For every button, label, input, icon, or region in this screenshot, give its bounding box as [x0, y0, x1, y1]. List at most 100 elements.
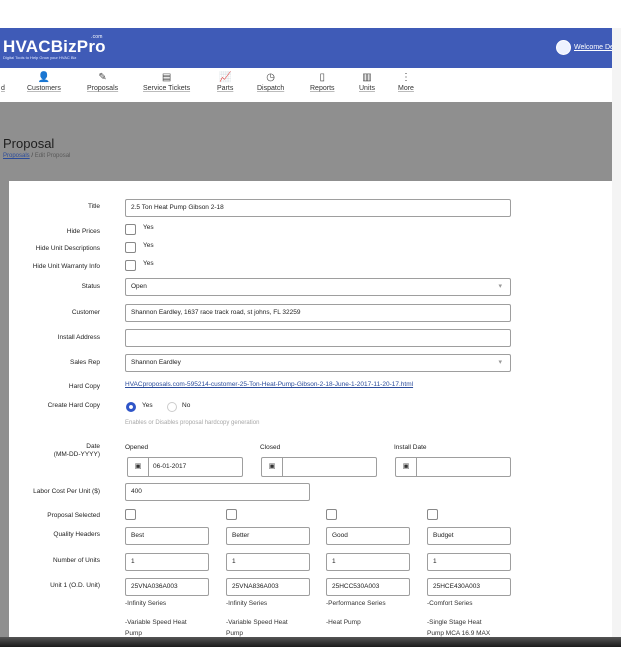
nav-label: More [398, 85, 414, 92]
hide-warranty-option: Yes [143, 260, 154, 267]
proposal-selected-checkbox-good[interactable] [326, 509, 337, 520]
unit1-model-input-3[interactable]: 25HCC530A003 [326, 578, 410, 596]
customers-icon: 👤 [37, 72, 51, 83]
nav-item-reports[interactable]: ▯ Reports [310, 72, 335, 92]
unit1-desc2-4: Pump MCA 16.9 MAX [427, 630, 491, 637]
hide-unit-desc-checkbox[interactable] [125, 242, 136, 253]
quality-header-input-2[interactable]: Better [226, 527, 310, 545]
nav-item-more[interactable]: ⋮ More [398, 72, 414, 92]
proposals-icon: ✎ [98, 72, 107, 83]
calendar-icon: ▣ [128, 458, 149, 476]
nav-item-parts[interactable]: 📈 Parts [217, 72, 233, 92]
nav-label: Parts [217, 85, 234, 92]
number-of-units-input-3[interactable]: 1 [326, 553, 410, 571]
create-hard-copy-yes-radio[interactable] [126, 402, 136, 412]
avatar-icon [556, 40, 571, 55]
nav-label: Reports [310, 85, 335, 92]
install-address-label: Install Address [57, 334, 100, 341]
unit1-desc2-2: Pump [226, 630, 243, 637]
number-of-units-label: Number of Units [53, 557, 100, 564]
hide-warranty-checkbox[interactable] [125, 260, 136, 271]
install-date-field[interactable]: ▣ [395, 457, 511, 477]
unit1-model-input-1[interactable]: 25VNA036A003 [125, 578, 209, 596]
create-hard-copy-hint: Enables or Disables proposal hardcopy ge… [125, 420, 260, 426]
units-icon: ▥ [362, 72, 372, 83]
closed-date-field[interactable]: ▣ [261, 457, 377, 477]
dispatch-icon: ◷ [266, 72, 275, 83]
sales-rep-select[interactable]: Shannon Eardley [125, 354, 511, 372]
create-hard-copy-no-label: No [182, 402, 191, 409]
hide-warranty-label: Hide Unit Warranty Info [32, 263, 100, 270]
proposal-selected-checkbox-better[interactable] [226, 509, 237, 520]
hide-unit-desc-label: Hide Unit Descriptions [35, 245, 100, 252]
unit1-model-input-4[interactable]: 25HCE430A003 [427, 578, 511, 596]
proposal-selected-checkbox-budget[interactable] [427, 509, 438, 520]
unit1-series-3: -Performance Series [326, 600, 386, 607]
number-of-units-input-2[interactable]: 1 [226, 553, 310, 571]
unit1-desc1-3: -Heat Pump [326, 619, 361, 626]
opened-date-value: 06-01-2017 [153, 463, 187, 470]
hard-copy-link[interactable]: HVACproposals.com-595214-customer-25-Ton… [125, 381, 413, 388]
nav-item-dispatch[interactable]: ◷ Dispatch [257, 72, 284, 92]
closed-label: Closed [260, 444, 281, 451]
labor-cost-label: Labor Cost Per Unit ($) [33, 488, 100, 495]
nav-item-proposals[interactable]: ✎ Proposals [87, 72, 118, 92]
create-hard-copy-yes-label: Yes [142, 402, 153, 409]
nav-item-dashboard[interactable]: d [1, 72, 5, 92]
number-of-units-input-4[interactable]: 1 [427, 553, 511, 571]
unit1-series-4: -Comfort Series [427, 600, 473, 607]
unit1-label: Unit 1 (O.D. Unit) [50, 582, 100, 589]
date-format-label: (MM-DD-YYYY) [53, 451, 100, 458]
nav-label: Proposals [87, 85, 119, 92]
hide-prices-checkbox[interactable] [125, 224, 136, 235]
calendar-icon: ▣ [262, 458, 283, 476]
status-label: Status [81, 283, 100, 290]
nav-item-service-tickets[interactable]: ▤ Service Tickets [143, 72, 190, 92]
customer-input[interactable]: Shannon Eardley, 1637 race track road, s… [125, 304, 511, 322]
breadcrumb-separator: / [31, 153, 34, 159]
proposal-selected-label: Proposal Selected [47, 512, 100, 519]
labor-cost-input[interactable]: 400 [125, 483, 310, 501]
hard-copy-label: Hard Copy [68, 383, 100, 390]
nav-label: Units [359, 85, 375, 92]
title-input[interactable]: 2.5 Ton Heat Pump Gibson 2-18 [125, 199, 511, 217]
unit1-desc1-4: -Single Stage Heat [427, 619, 482, 626]
nav-item-customers[interactable]: 👤 Customers [27, 72, 61, 92]
unit1-series-2: -Infinity Series [226, 600, 268, 607]
nav-label: Dispatch [257, 85, 285, 92]
number-of-units-input-1[interactable]: 1 [125, 553, 209, 571]
parts-icon: 📈 [218, 72, 232, 83]
quality-header-input-4[interactable]: Budget [427, 527, 511, 545]
title-label: Title [87, 203, 100, 210]
quality-header-input-1[interactable]: Best [125, 527, 209, 545]
quality-header-input-3[interactable]: Good [326, 527, 410, 545]
scrollbar-track[interactable] [612, 28, 621, 647]
brand-logo[interactable]: HVACBizPro .com [3, 34, 106, 57]
date-label: Date [86, 443, 100, 450]
install-address-input[interactable] [125, 329, 511, 347]
service-tickets-icon: ▤ [161, 72, 172, 83]
opened-label: Opened [125, 444, 149, 451]
nav-item-units[interactable]: ▥ Units [359, 72, 375, 92]
unit1-series-1: -Infinity Series [125, 600, 167, 607]
reports-icon: ▯ [319, 72, 326, 83]
nav-label: d [1, 85, 5, 92]
brand-tagline: Digital Tools to Help Grow your HVAC Biz [3, 55, 77, 60]
breadcrumb-current: Edit Proposal [34, 153, 71, 159]
status-select[interactable]: Open [125, 278, 511, 296]
unit1-desc1-2: -Variable Speed Heat [226, 619, 288, 626]
user-menu[interactable]: Welcome De [556, 40, 614, 55]
opened-date-field[interactable]: ▣ 06-01-2017 [127, 457, 243, 477]
unit1-model-input-2[interactable]: 25VNA836A003 [226, 578, 310, 596]
nav-label: Customers [27, 85, 61, 92]
proposal-selected-checkbox-best[interactable] [125, 509, 136, 520]
sales-rep-label: Sales Rep [70, 359, 100, 366]
breadcrumb-proposals-link[interactable]: Proposals [3, 153, 30, 159]
create-hard-copy-no-radio[interactable] [167, 402, 177, 412]
welcome-text: Welcome De [574, 44, 614, 51]
more-icon: ⋮ [400, 72, 411, 83]
quality-headers-label: Quality Headers [53, 531, 100, 538]
unit1-desc1-1: -Variable Speed Heat [125, 619, 187, 626]
proposal-form-card: Title 2.5 Ton Heat Pump Gibson 2-18 Hide… [9, 181, 612, 647]
brand-com: .com [91, 34, 103, 40]
